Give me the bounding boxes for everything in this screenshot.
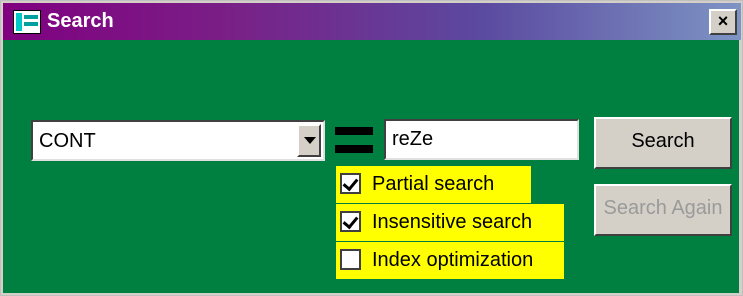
field-select-value: CONT xyxy=(39,130,96,152)
search-button[interactable]: Search xyxy=(594,117,732,169)
insensitive-search-label: Insensitive search xyxy=(372,211,533,233)
title-bar[interactable]: Search × xyxy=(3,3,741,40)
equals-icon xyxy=(335,127,373,153)
dropdown-button[interactable] xyxy=(297,124,321,157)
search-input[interactable] xyxy=(384,119,579,160)
partial-search-checkbox[interactable] xyxy=(340,173,361,194)
search-window-icon xyxy=(13,10,41,34)
index-optimization-label: Index optimization xyxy=(372,249,534,271)
partial-search-label: Partial search xyxy=(372,173,495,195)
field-select[interactable]: CONT xyxy=(31,120,325,161)
option-insensitive-search[interactable]: Insensitive search xyxy=(336,204,564,241)
search-window: Search × CONT Search Search Again Partia… xyxy=(0,0,743,296)
index-optimization-checkbox[interactable] xyxy=(340,249,361,270)
close-button[interactable]: × xyxy=(709,9,737,35)
option-partial-search[interactable]: Partial search xyxy=(336,166,531,203)
insensitive-search-checkbox[interactable] xyxy=(340,211,361,232)
chevron-down-icon xyxy=(304,137,316,144)
close-icon: × xyxy=(717,11,729,31)
search-again-button[interactable]: Search Again xyxy=(594,184,732,236)
checkmark-icon xyxy=(342,212,359,230)
window-title: Search xyxy=(47,10,114,32)
option-index-optimization[interactable]: Index optimization xyxy=(336,242,564,279)
checkmark-icon xyxy=(342,174,359,192)
